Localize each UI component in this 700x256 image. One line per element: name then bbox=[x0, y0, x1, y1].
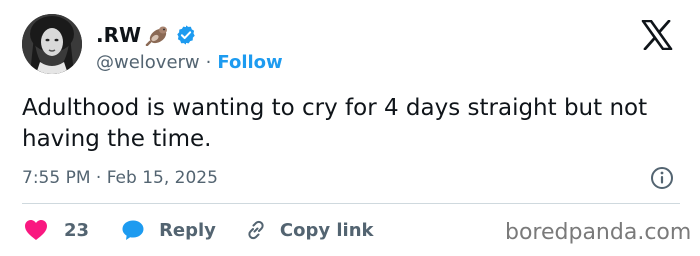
avatar-photo-icon bbox=[22, 14, 82, 74]
separator-dot: · bbox=[205, 51, 212, 73]
info-icon[interactable] bbox=[650, 166, 674, 190]
display-name[interactable]: .RW bbox=[96, 23, 141, 47]
action-bar: 23 Reply Copy link bbox=[24, 216, 374, 244]
heart-icon bbox=[25, 220, 47, 240]
like-count: 23 bbox=[64, 219, 90, 241]
divider bbox=[22, 203, 680, 204]
watermark: boredpanda.com bbox=[505, 220, 692, 245]
otter-emoji-icon bbox=[145, 24, 171, 47]
reply-button[interactable]: Reply bbox=[121, 219, 216, 241]
verified-badge-icon bbox=[175, 24, 197, 46]
link-icon bbox=[248, 220, 264, 240]
avatar[interactable] bbox=[22, 14, 82, 74]
speech-bubble-icon bbox=[122, 220, 144, 240]
copy-link-button[interactable]: Copy link bbox=[244, 218, 374, 242]
handle-row: @weloverw · Follow bbox=[96, 50, 283, 74]
x-logo-icon[interactable] bbox=[641, 19, 673, 51]
like-button[interactable]: 23 bbox=[24, 219, 89, 241]
tweet-text: Adulthood is wanting to cry for 4 days s… bbox=[22, 95, 648, 152]
follow-button[interactable]: Follow bbox=[217, 52, 282, 73]
tweet-timestamp[interactable]: 7:55 PM · Feb 15, 2025 bbox=[22, 166, 218, 190]
copy-link-label: Copy link bbox=[279, 219, 374, 241]
reply-label: Reply bbox=[159, 219, 216, 241]
user-handle[interactable]: @weloverw bbox=[96, 52, 200, 73]
name-row: .RW bbox=[96, 22, 197, 48]
